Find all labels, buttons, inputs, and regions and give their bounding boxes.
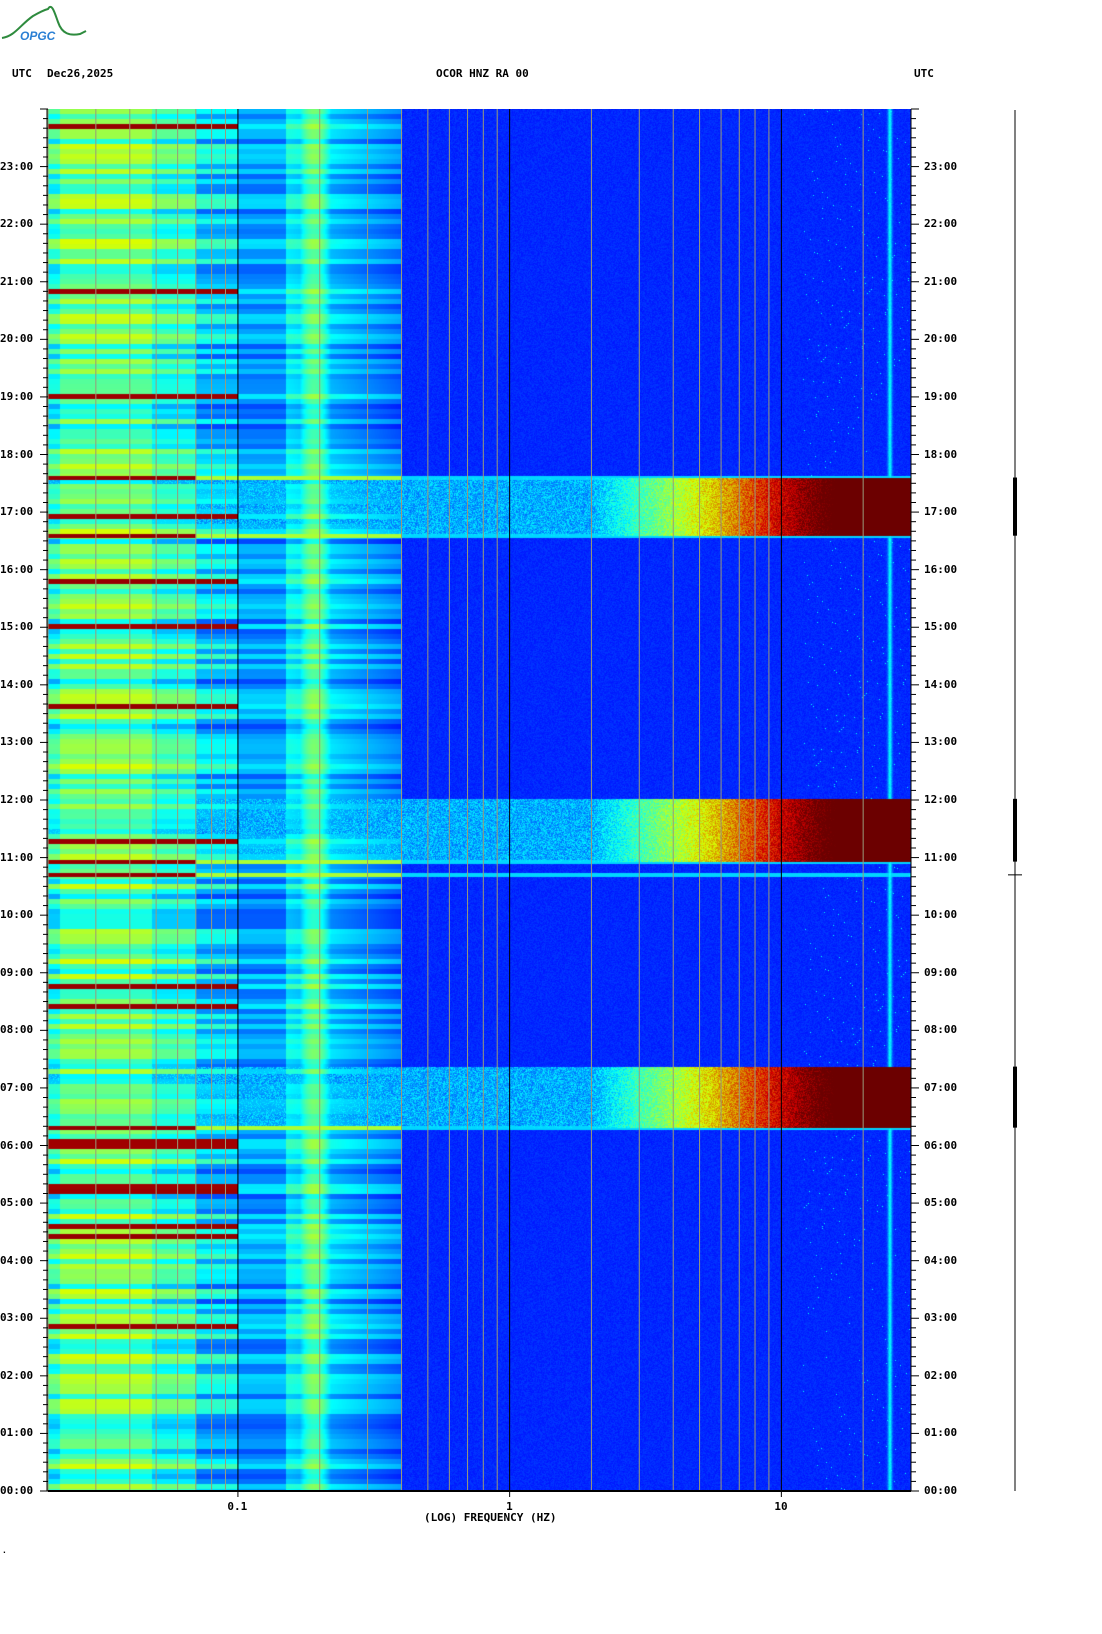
y-tick-label-left: 03:00 <box>0 1311 34 1325</box>
y-tick-label-right: 06:00 <box>924 1138 958 1152</box>
y-tick-label-left: 16:00 <box>0 562 34 576</box>
y-tick-label-right: 07:00 <box>924 1080 958 1094</box>
x-tick-label: 10 <box>774 1500 788 1513</box>
y-tick-label-right: 21:00 <box>924 274 958 288</box>
y-tick-label-right: 14:00 <box>924 677 958 691</box>
x-tick-label: 0.1 <box>227 1500 248 1513</box>
y-tick-label-right: 04:00 <box>924 1253 958 1267</box>
y-tick-label-right: 12:00 <box>924 793 958 806</box>
y-tick-label-left: 11:00 <box>0 850 34 864</box>
y-tick-label-right: 09:00 <box>924 965 958 979</box>
y-tick-label-left: 06:00 <box>0 1138 34 1152</box>
seismic-trace-burst <box>1013 798 1017 862</box>
axes-overlay <box>40 108 1022 1497</box>
y-tick-label-left: 12:00 <box>0 793 34 806</box>
y-tick-label-right: 11:00 <box>924 850 958 864</box>
y-tick-label-left: 09:00 <box>0 965 34 979</box>
y-tick-label-right: 02:00 <box>924 1368 958 1382</box>
y-tick-label-right: 00:00 <box>924 1484 958 1497</box>
y-tick-label-right: 03:00 <box>924 1311 958 1325</box>
y-tick-label-left: 01:00 <box>0 1426 34 1440</box>
seismic-trace-burst <box>1013 1066 1017 1128</box>
y-tick-label-left: 23:00 <box>0 159 34 173</box>
y-tick-label-right: 05:00 <box>924 1196 958 1210</box>
y-tick-label-right: 13:00 <box>924 735 958 749</box>
y-tick-label-left: 05:00 <box>0 1196 34 1210</box>
y-tick-label-left: 18:00 <box>0 447 34 461</box>
seismic-trace-burst <box>1013 477 1017 536</box>
y-tick-label-right: 15:00 <box>924 620 958 634</box>
y-tick-label-right: 01:00 <box>924 1426 958 1440</box>
y-tick-label-right: 20:00 <box>924 332 958 346</box>
y-tick-label-left: 13:00 <box>0 735 34 749</box>
y-tick-label-left: 10:00 <box>0 908 34 922</box>
y-tick-label-left: 08:00 <box>0 1023 34 1037</box>
y-tick-label-left: 15:00 <box>0 620 34 634</box>
y-tick-label-left: 04:00 <box>0 1253 34 1267</box>
y-tick-label-left: 14:00 <box>0 677 34 691</box>
y-tick-label-right: 22:00 <box>924 217 958 231</box>
y-tick-label-left: 19:00 <box>0 389 34 403</box>
y-tick-label-right: 16:00 <box>924 562 958 576</box>
y-tick-label-left: 22:00 <box>0 217 34 231</box>
y-tick-label-left: 07:00 <box>0 1080 34 1094</box>
y-tick-label-right: 08:00 <box>924 1023 958 1037</box>
y-tick-label-right: 10:00 <box>924 908 958 922</box>
y-tick-label-left: 02:00 <box>0 1368 34 1382</box>
y-tick-label-right: 18:00 <box>924 447 958 461</box>
y-tick-label-left: 21:00 <box>0 274 34 288</box>
x-axis-label: (LOG) FREQUENCY (HZ) <box>424 1511 557 1524</box>
footer-mark: . <box>2 1546 7 1555</box>
y-tick-label-left: 00:00 <box>0 1484 34 1497</box>
y-tick-label-left: 20:00 <box>0 332 34 346</box>
y-tick-label-right: 19:00 <box>924 389 958 403</box>
y-tick-label-right: 23:00 <box>924 159 958 173</box>
y-tick-label-right: 17:00 <box>924 505 958 519</box>
y-tick-label-left: 17:00 <box>0 505 34 519</box>
